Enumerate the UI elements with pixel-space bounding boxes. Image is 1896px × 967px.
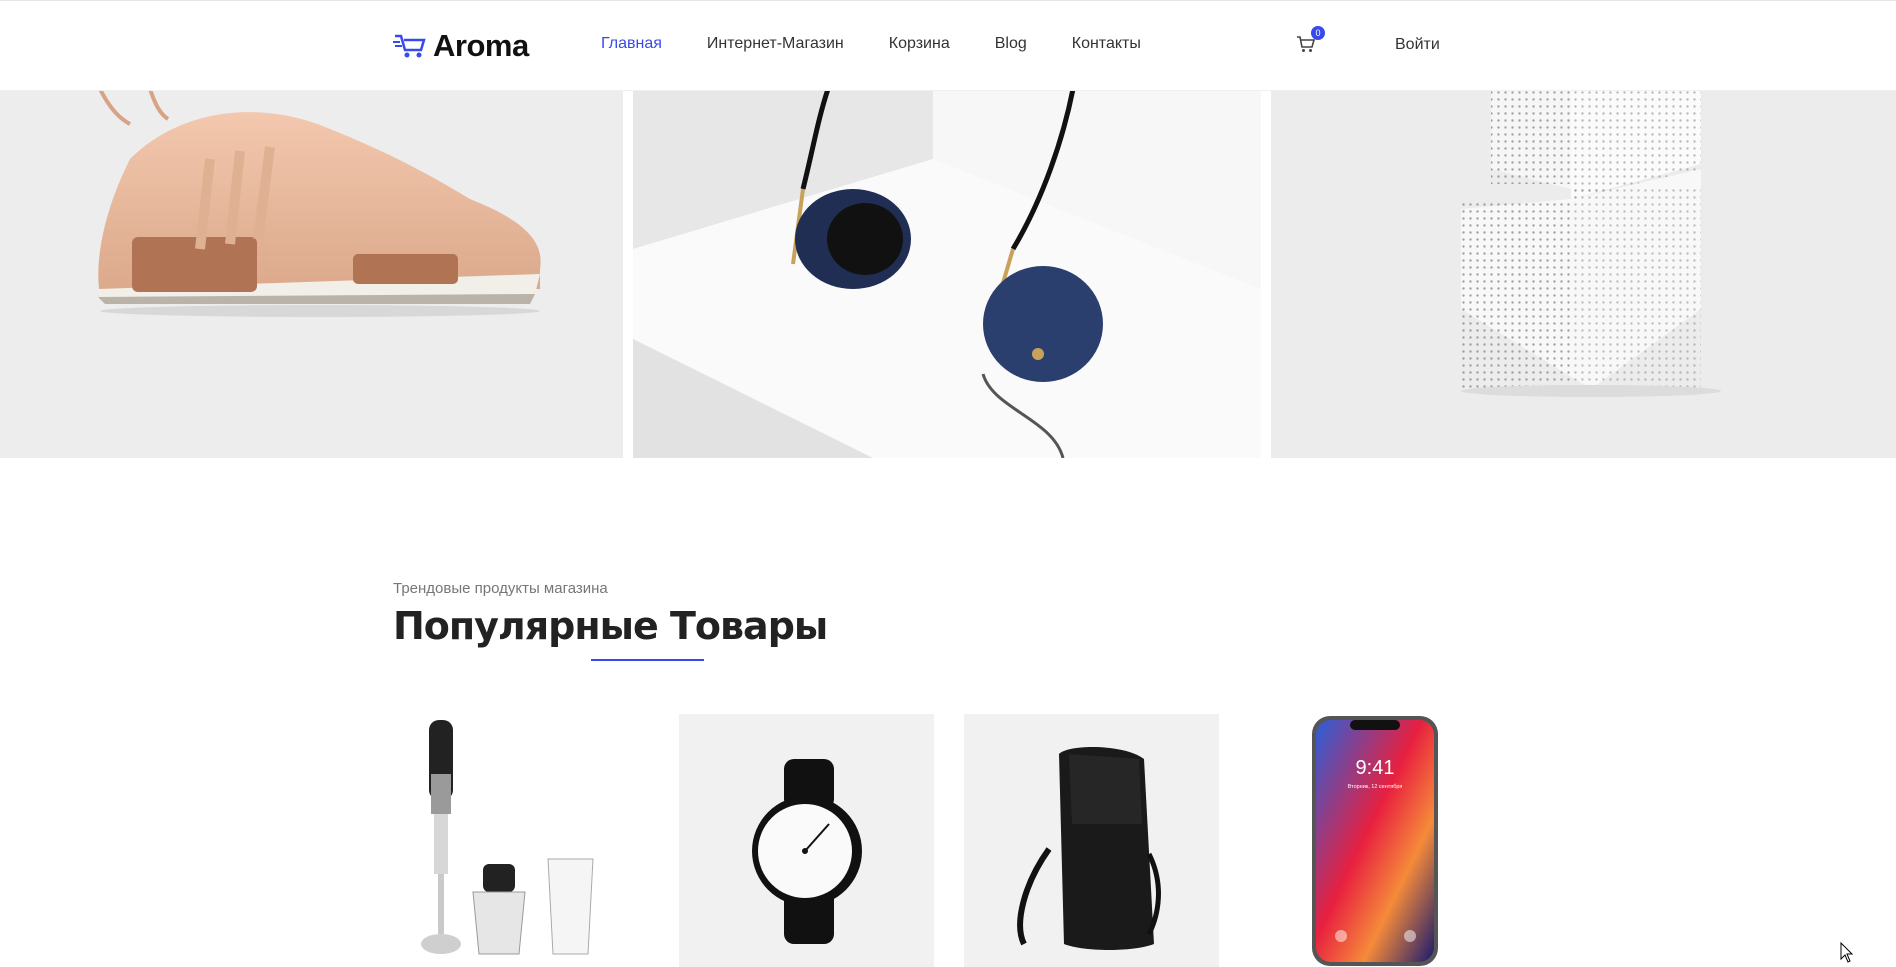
hand-blender-image <box>421 720 594 955</box>
logo[interactable]: Aroma <box>393 28 529 64</box>
title-underline <box>591 659 704 661</box>
product-card-blender[interactable] <box>393 714 648 967</box>
phone-date: Вторник, 12 сентября <box>1348 784 1403 790</box>
cart-logo-icon <box>393 34 426 58</box>
site-header: Aroma Главная Интернет-Магазин Корзина B… <box>0 0 1896 90</box>
cart-count-badge: 0 <box>1311 26 1325 40</box>
section-subtitle: Трендовые продукты магазина <box>393 580 608 597</box>
product-card-backpack[interactable] <box>964 714 1219 967</box>
nav-shop[interactable]: Интернет-Магазин <box>707 35 844 53</box>
smartphone-image: 9:41 Вторник, 12 сентября <box>1312 716 1438 966</box>
main-nav: Главная Интернет-Магазин Корзина Blog Ко… <box>601 35 1186 53</box>
product-card-watch[interactable] <box>679 714 934 967</box>
section-title: Популярные Товары <box>393 604 828 648</box>
nav-cart[interactable]: Корзина <box>889 35 950 53</box>
phone-time: 9:41 <box>1356 757 1395 779</box>
login-link[interactable]: Войти <box>1395 36 1440 54</box>
nav-home[interactable]: Главная <box>601 35 662 53</box>
hero-tile-headphones[interactable] <box>633 89 1261 458</box>
cubes-image <box>1461 89 1721 397</box>
mouse-pointer-icon <box>1840 942 1854 963</box>
nav-blog[interactable]: Blog <box>995 35 1027 53</box>
hero-banner <box>0 89 1896 458</box>
logo-text: Aroma <box>433 28 529 63</box>
hero-tile-cubes[interactable] <box>1271 89 1896 458</box>
nav-contacts[interactable]: Контакты <box>1072 35 1141 53</box>
backpack-image <box>1017 747 1161 950</box>
headphones-image <box>633 89 1261 458</box>
product-card-phone[interactable]: 9:41 Вторник, 12 сентября <box>1250 714 1505 967</box>
hero-tile-sneaker[interactable] <box>0 89 623 458</box>
wrist-watch-image <box>752 759 862 944</box>
sneaker-image <box>98 89 541 317</box>
